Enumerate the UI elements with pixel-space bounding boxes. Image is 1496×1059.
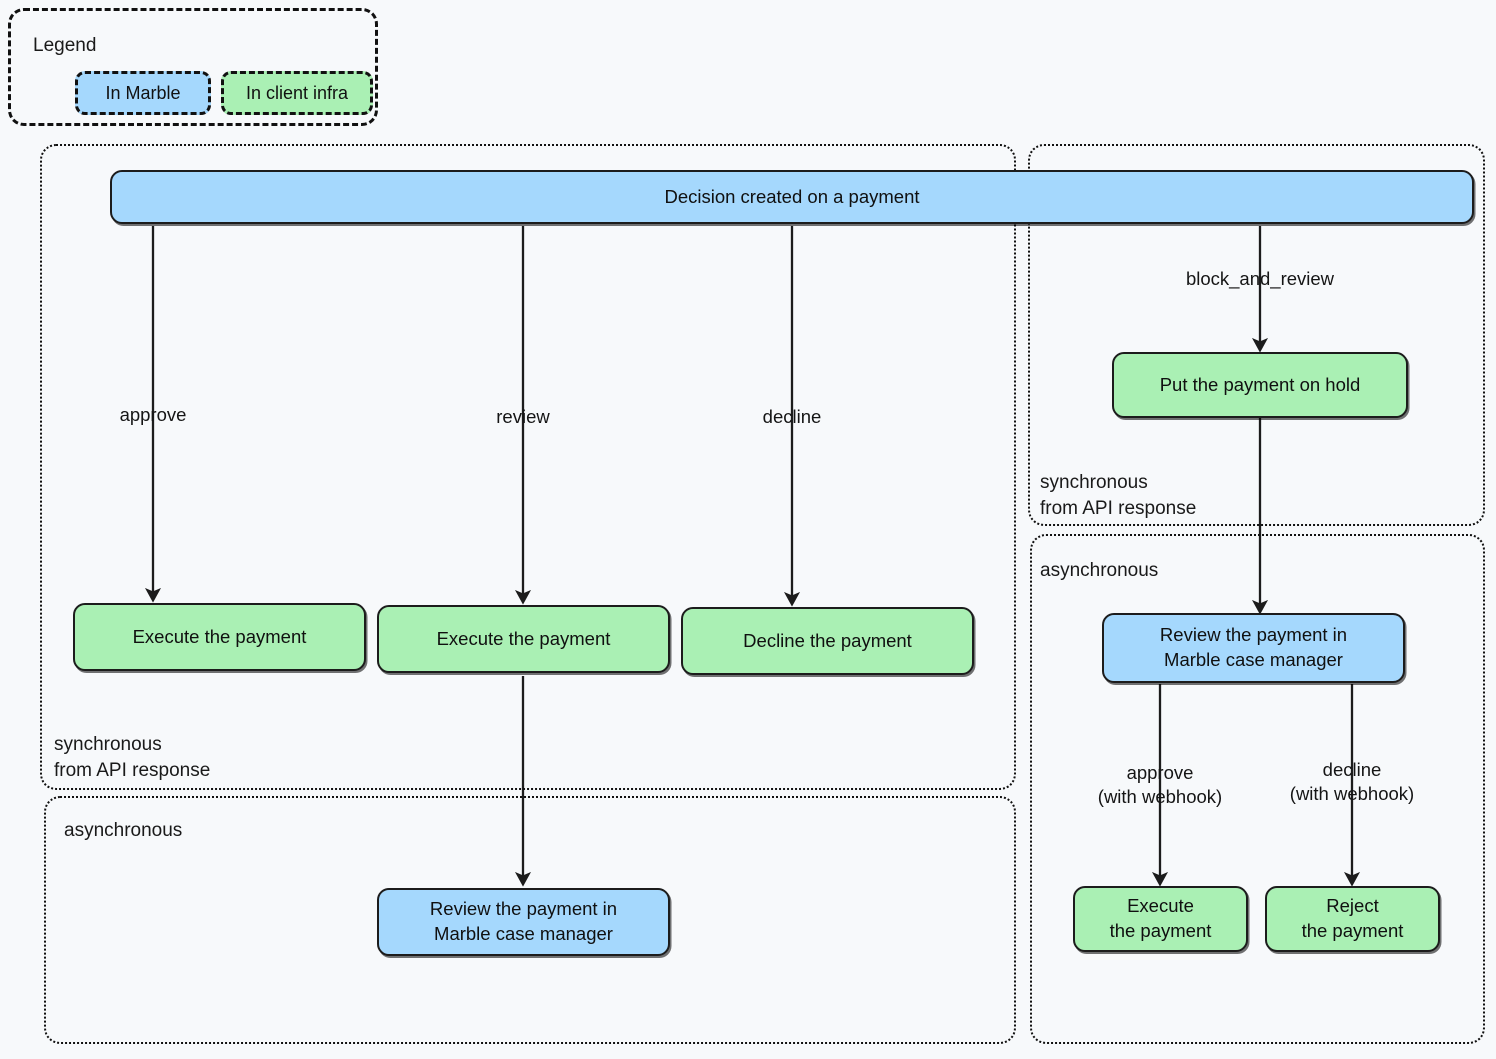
edge-label-approve-with-webhook: approve (with webhook) — [1097, 762, 1223, 808]
node-decline-the-payment[interactable]: Decline the payment — [681, 607, 974, 675]
node-execute-the-payment-review[interactable]: Execute the payment — [377, 605, 670, 673]
node-review-payment-marble-case-manager-left-label: Review the payment in Marble case manage… — [429, 898, 618, 944]
node-decision-created-label: Decision created on a payment — [664, 185, 920, 207]
diagram-canvas: Legend In Marble In client infra synchro… — [0, 0, 1496, 1059]
node-review-payment-marble-case-manager-left[interactable]: Review the payment in Marble case manage… — [377, 888, 670, 956]
legend: Legend In Marble In client infra — [8, 8, 378, 126]
edge-label-review: review — [496, 406, 550, 427]
node-review-payment-marble-case-manager-right-label: Review the payment in Marble case manage… — [1159, 624, 1348, 670]
node-decision-created[interactable]: Decision created on a payment — [110, 170, 1474, 224]
legend-chip-in-client-infra-label: In client infra — [245, 82, 349, 103]
subgraph-asynchronous-left-label: asynchronous — [64, 820, 183, 841]
edge-label-block-and-review: block_and_review — [1185, 268, 1335, 289]
node-execute-the-payment-review-label: Execute the payment — [436, 627, 611, 649]
node-decline-the-payment-label: Decline the payment — [743, 629, 912, 651]
node-execute-the-payment-approve-label: Execute the payment — [132, 625, 307, 647]
node-review-payment-marble-case-manager-right[interactable]: Review the payment in Marble case manage… — [1102, 613, 1405, 683]
node-reject-the-payment-webhook[interactable]: Reject the payment — [1265, 886, 1440, 952]
subgraph-synchronous-left — [40, 144, 1016, 790]
subgraph-asynchronous-right-label: asynchronous — [1040, 560, 1159, 581]
legend-chip-in-marble: In Marble — [75, 71, 211, 115]
node-put-the-payment-on-hold-label: Put the payment on hold — [1159, 373, 1361, 395]
edge-label-approve: approve — [119, 404, 187, 425]
node-execute-the-payment-approve[interactable]: Execute the payment — [73, 603, 366, 671]
node-execute-the-payment-webhook[interactable]: Execute the payment — [1073, 886, 1248, 952]
node-execute-the-payment-webhook-label: Execute the payment — [1109, 895, 1212, 941]
edge-label-decline: decline — [762, 406, 822, 427]
legend-title: Legend — [33, 35, 97, 56]
subgraph-synchronous-right-label: synchronous from API response — [1040, 472, 1197, 519]
subgraph-synchronous-left-label: synchronous from API response — [54, 734, 211, 781]
node-put-the-payment-on-hold[interactable]: Put the payment on hold — [1112, 352, 1408, 418]
edge-label-decline-with-webhook: decline (with webhook) — [1289, 759, 1415, 805]
node-reject-the-payment-webhook-label: Reject the payment — [1301, 895, 1404, 941]
legend-chip-in-client-infra: In client infra — [221, 71, 373, 115]
legend-chip-in-marble-label: In Marble — [105, 82, 181, 103]
